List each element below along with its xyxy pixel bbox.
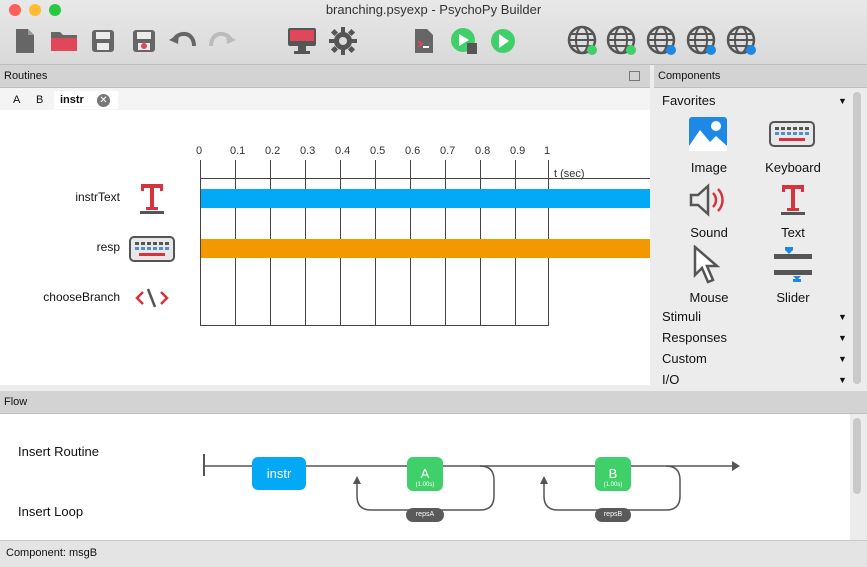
flow-routine-instr[interactable]: instr bbox=[252, 457, 306, 490]
flow-routine-a[interactable]: A (1.00s) bbox=[407, 457, 443, 491]
globe-search-icon[interactable] bbox=[645, 24, 679, 58]
component-label-instrtext[interactable]: instrText bbox=[2, 190, 120, 204]
globe-info-icon[interactable] bbox=[725, 24, 759, 58]
timeline-bottom-line bbox=[200, 325, 549, 326]
category-stimuli[interactable]: Stimuli bbox=[662, 309, 701, 324]
open-folder-icon[interactable] bbox=[47, 24, 81, 58]
chevron-down-icon[interactable]: ▼ bbox=[838, 333, 847, 343]
globe-sync-icon[interactable] bbox=[566, 24, 600, 58]
time-tick: 0.3 bbox=[300, 145, 316, 157]
keyboard-icon[interactable] bbox=[769, 121, 815, 152]
speaker-icon[interactable] bbox=[688, 183, 728, 222]
component-keyboard-label[interactable]: Keyboard bbox=[743, 160, 843, 175]
window-title: branching.psyexp - PsychoPy Builder bbox=[325, 2, 542, 17]
component-text-label[interactable]: Text bbox=[743, 225, 843, 240]
routine-name: A bbox=[420, 466, 430, 481]
loop-badge-repsb[interactable]: repsB bbox=[595, 508, 631, 522]
gear-icon[interactable] bbox=[326, 24, 360, 58]
routines-panel-title: Routines bbox=[4, 70, 48, 82]
time-tick: 0.2 bbox=[265, 145, 281, 157]
globe-user-icon[interactable] bbox=[685, 24, 719, 58]
time-tick: 0.9 bbox=[510, 145, 526, 157]
mouse-cursor-icon[interactable] bbox=[692, 244, 724, 290]
routine-duration: (1.00s) bbox=[603, 482, 623, 488]
chevron-down-icon[interactable]: ▼ bbox=[838, 354, 847, 364]
tab-routine-b[interactable]: B bbox=[30, 91, 49, 109]
time-tick: 0.7 bbox=[440, 145, 456, 157]
new-file-icon[interactable] bbox=[8, 24, 42, 58]
run-icon[interactable] bbox=[486, 24, 520, 58]
time-tick: 0.6 bbox=[405, 145, 421, 157]
time-tick: 0.5 bbox=[370, 145, 386, 157]
flow-panel-header: Flow bbox=[0, 391, 867, 414]
window-titlebar: branching.psyexp - PsychoPy Builder bbox=[0, 0, 867, 65]
slider-icon[interactable] bbox=[773, 246, 813, 287]
routine-name: B bbox=[608, 466, 618, 481]
components-panel-title: Components bbox=[658, 70, 721, 82]
time-tick: 0.8 bbox=[475, 145, 491, 157]
text-icon[interactable] bbox=[780, 183, 806, 220]
keyboard-icon[interactable] bbox=[129, 236, 175, 267]
close-tab-icon[interactable]: ✕ bbox=[97, 94, 110, 107]
code-icon[interactable] bbox=[134, 287, 170, 314]
time-tick: 0 bbox=[196, 145, 203, 157]
run-pilot-icon[interactable] bbox=[447, 24, 481, 58]
component-label-resp[interactable]: resp bbox=[2, 240, 120, 254]
flow-scrollbar[interactable] bbox=[853, 418, 861, 494]
routines-panel-header: Routines bbox=[0, 65, 650, 88]
routine-duration: (1.00s) bbox=[415, 482, 435, 488]
monitor-icon[interactable] bbox=[285, 24, 319, 58]
flow-routine-b[interactable]: B (1.00s) bbox=[595, 457, 631, 491]
undo-icon[interactable] bbox=[166, 24, 200, 58]
category-responses[interactable]: Responses bbox=[662, 330, 727, 345]
status-text: Component: msgB bbox=[6, 547, 98, 559]
save-as-icon[interactable] bbox=[127, 24, 161, 58]
component-bar-resp[interactable] bbox=[201, 239, 650, 258]
flow-panel: Insert Routine Insert Loop instr A (1.00… bbox=[0, 414, 850, 540]
time-axis-line bbox=[200, 178, 650, 179]
components-scrollbar[interactable] bbox=[853, 92, 861, 384]
compile-script-icon[interactable] bbox=[407, 24, 441, 58]
components-panel-header: Components bbox=[654, 65, 867, 88]
globe-run-icon[interactable] bbox=[605, 24, 639, 58]
flow-panel-title: Flow bbox=[4, 396, 28, 408]
routine-timeline-canvas: 0 0.1 0.2 0.3 0.4 0.5 0.6 0.7 0.8 0.9 1 … bbox=[0, 110, 650, 385]
text-icon[interactable] bbox=[139, 182, 165, 219]
category-io[interactable]: I/O bbox=[662, 372, 679, 387]
save-icon[interactable] bbox=[86, 24, 120, 58]
tab-label: instr bbox=[60, 94, 84, 106]
chevron-down-icon[interactable]: ▼ bbox=[838, 312, 847, 322]
tab-routine-a[interactable]: A bbox=[7, 91, 26, 109]
time-tick: 0.1 bbox=[230, 145, 246, 157]
component-bar-instrtext[interactable] bbox=[201, 189, 650, 208]
category-favorites[interactable]: Favorites bbox=[662, 93, 715, 108]
loop-badge-repsa[interactable]: repsA bbox=[406, 508, 444, 522]
time-tick: 1 bbox=[544, 145, 551, 157]
component-slider-label[interactable]: Slider bbox=[743, 290, 843, 305]
component-label-choosebranch[interactable]: chooseBranch bbox=[2, 290, 120, 304]
chevron-down-icon[interactable]: ▼ bbox=[838, 96, 847, 106]
status-bar: Component: msgB bbox=[0, 540, 867, 567]
chevron-down-icon[interactable]: ▼ bbox=[838, 375, 847, 385]
image-icon[interactable] bbox=[688, 116, 728, 157]
time-tick: 0.4 bbox=[335, 145, 351, 157]
maximize-panel-icon[interactable] bbox=[629, 71, 640, 81]
redo-icon[interactable] bbox=[205, 24, 239, 58]
category-custom[interactable]: Custom bbox=[662, 351, 707, 366]
